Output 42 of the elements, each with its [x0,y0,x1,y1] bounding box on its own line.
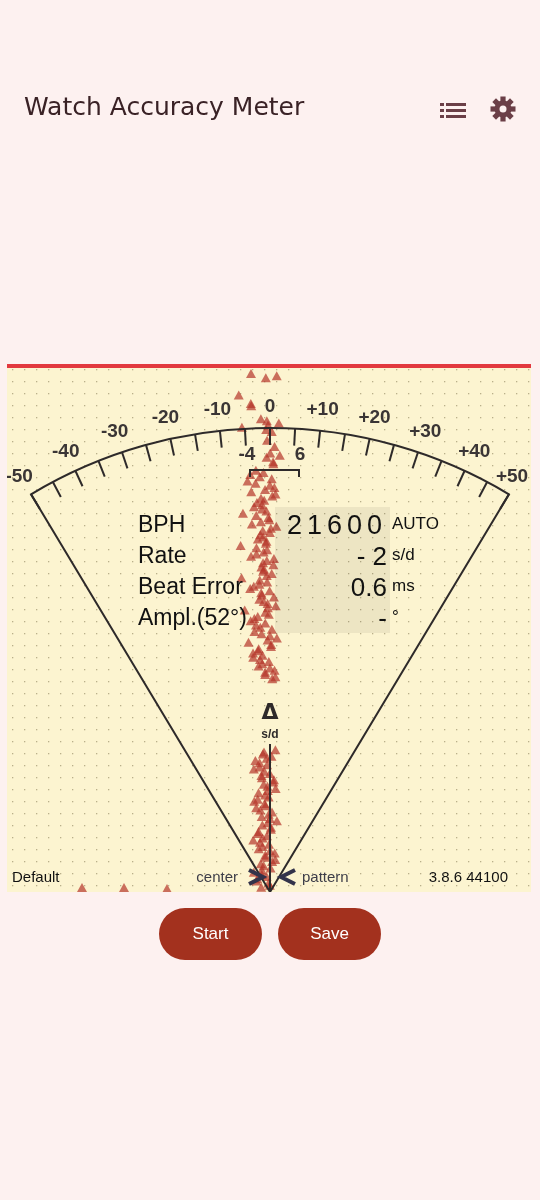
chevron-right-icon [248,868,268,886]
scale-label: +10 [306,397,339,419]
list-icon[interactable] [440,100,466,120]
reading-value: 21600 [286,510,387,540]
chevron-left-icon [276,868,296,886]
reading-value: 0.6 [350,572,387,602]
pattern-label: pattern [302,868,349,885]
delta-symbol: Δ [261,699,279,724]
save-button[interactable]: Save [278,908,381,960]
scale-label: +40 [458,439,491,461]
triangle-marker [162,884,172,892]
scale-label: -50 [7,464,33,486]
reading-label: BPH [138,511,186,537]
bracket-label: 6 [294,443,306,464]
range-bracket [249,469,300,478]
reading-unit: ms [392,576,415,595]
scale-label: -10 [203,397,232,419]
scale-label: -20 [151,406,180,428]
app-title: Watch Accuracy Meter [24,92,306,122]
reading-label: Ampl.(52°) [138,604,247,630]
delta-unit: s/d [261,727,279,741]
reading-value: - 2 [356,541,387,571]
settings-icon[interactable] [490,96,516,122]
scale-label: -40 [52,439,80,461]
reading-unit: s/d [392,545,415,564]
reading-label: Beat Error [138,573,243,599]
scale-label: 0 [264,395,276,416]
scale-label: +30 [409,420,442,442]
scale-label: +20 [358,406,391,428]
center-label: center [196,868,238,885]
start-button[interactable]: Start [159,908,262,960]
profile-label: Default [12,868,60,885]
version-label: 3.8.6 44100 [428,868,508,885]
bracket-label: -4 [238,443,256,464]
scale-label: -30 [100,420,129,442]
scale-label: +50 [495,464,529,486]
triangle-marker [77,883,87,892]
reading-unit: AUTO [392,514,439,533]
reading-unit: ° [392,607,399,626]
reading-value: - [378,603,387,633]
reading-label: Rate [138,542,187,568]
triangle-marker [119,883,129,892]
